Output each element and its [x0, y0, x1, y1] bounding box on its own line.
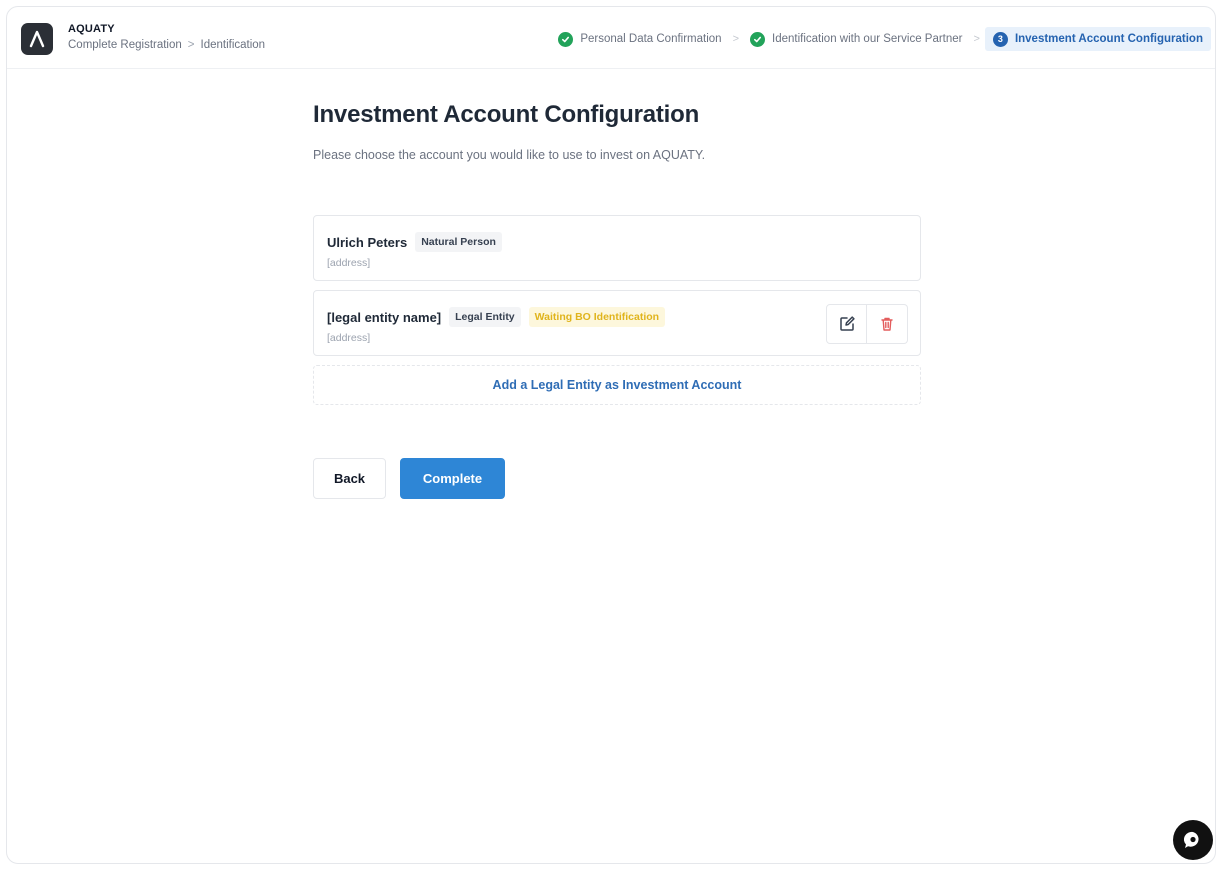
breadcrumb-separator: > [187, 39, 195, 51]
account-header: [legal entity name] Legal Entity Waiting… [327, 307, 666, 327]
step-label: Identification with our Service Partner [772, 33, 963, 45]
aquaty-logo[interactable] [21, 23, 53, 55]
account-name: Ulrich Peters [327, 234, 408, 250]
step-identification[interactable]: Identification with our Service Partner [744, 27, 968, 51]
top-header: AQUATY Complete Registration > Identific… [7, 7, 1215, 69]
edit-button[interactable] [826, 304, 867, 344]
breadcrumb-item-complete-registration[interactable]: Complete Registration [68, 39, 182, 51]
account-card-natural-person[interactable]: Ulrich Peters Natural Person [address] [313, 215, 921, 281]
account-address: [address] [327, 257, 371, 269]
account-header: Ulrich Peters Natural Person [327, 232, 502, 252]
back-button[interactable]: Back [313, 458, 386, 499]
step-number-badge: 3 [992, 31, 1008, 47]
brand-block: AQUATY Complete Registration > Identific… [68, 23, 265, 51]
breadcrumb-item-identification: Identification [200, 39, 266, 51]
stepper: Personal Data Confirmation > Identificat… [552, 27, 1211, 51]
step-label: Investment Account Configuration [1014, 33, 1203, 45]
step-investment-account[interactable]: 3 Investment Account Configuration [984, 27, 1211, 51]
logo-icon [29, 30, 45, 48]
chat-button[interactable] [1173, 820, 1213, 860]
complete-button[interactable]: Complete [400, 458, 505, 499]
account-type-badge: Natural Person [415, 232, 502, 252]
chevron-right-icon: > [973, 33, 980, 45]
page-subtitle: Please choose the account you would like… [313, 148, 706, 162]
step-label: Personal Data Confirmation [580, 33, 722, 45]
page-title: Investment Account Configuration [313, 101, 700, 128]
brand-name: AQUATY [68, 23, 115, 35]
app-window: AQUATY Complete Registration > Identific… [6, 6, 1216, 864]
delete-button[interactable] [867, 304, 908, 344]
account-type-badge: Legal Entity [449, 307, 521, 327]
check-circle-icon [558, 31, 574, 47]
account-address: [address] [327, 332, 371, 344]
step-personal-data[interactable]: Personal Data Confirmation [552, 27, 727, 51]
breadcrumb: Complete Registration > Identification [68, 39, 265, 51]
trash-icon [881, 317, 893, 331]
status-badge: Waiting BO Identification [528, 307, 666, 327]
account-actions [826, 304, 908, 344]
check-circle-icon [750, 31, 766, 47]
chevron-right-icon: > [732, 33, 740, 45]
account-card-legal-entity[interactable]: [legal entity name] Legal Entity Waiting… [313, 290, 921, 356]
edit-icon [839, 316, 855, 331]
chat-icon [1183, 831, 1199, 848]
account-name: [legal entity name] [327, 309, 442, 325]
add-legal-entity-button[interactable]: Add a Legal Entity as Investment Account [313, 365, 921, 405]
